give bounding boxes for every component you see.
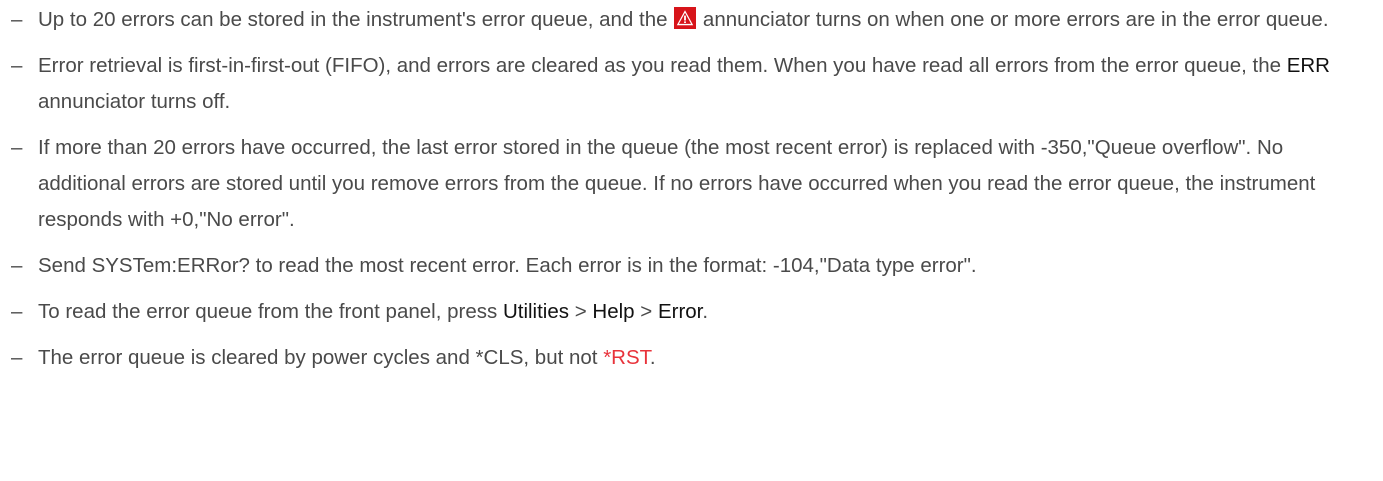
item-text: . (702, 300, 709, 323)
list-item: – If more than 20 errors have occurred, … (0, 130, 1383, 238)
bullet-dash: – (11, 254, 23, 277)
list-item: – The error queue is cleared by power cy… (0, 340, 1383, 376)
item-text: Up to 20 errors can be stored in the ins… (38, 8, 674, 31)
bullet-dash: – (11, 346, 23, 369)
item-text: To read the error queue from the front p… (38, 300, 503, 323)
key-utilities: Utilities (502, 300, 570, 323)
bullet-list: – Up to 20 errors can be stored in the i… (0, 0, 1383, 386)
list-item: – To read the error queue from the front… (0, 294, 1383, 330)
bullet-dash: – (11, 54, 23, 77)
menu-separator: > (569, 300, 593, 323)
menu-separator: > (634, 300, 658, 323)
list-item: – Error retrieval is first-in-first-out … (0, 48, 1383, 120)
item-text: annunciator turns on when one or more er… (697, 8, 1329, 31)
bullet-dash: – (11, 300, 23, 323)
rst-link[interactable]: *RST (603, 346, 650, 369)
item-text: Error retrieval is first-in-first-out (F… (38, 54, 1287, 77)
item-text: Send SYSTem:ERRor? to read the most rece… (38, 254, 977, 277)
err-annunciator-label: ERR (1286, 54, 1330, 77)
item-text: . (649, 346, 656, 369)
key-help: Help (592, 300, 635, 323)
bullet-dash: – (11, 8, 23, 31)
item-text: If more than 20 errors have occurred, th… (38, 136, 1316, 231)
list-item: – Send SYSTem:ERRor? to read the most re… (0, 248, 1383, 284)
bullet-dash: – (11, 136, 23, 159)
list-item: – Up to 20 errors can be stored in the i… (0, 2, 1383, 38)
warning-annunciator-icon (674, 7, 697, 29)
item-text: The error queue is cleared by power cycl… (38, 346, 604, 369)
item-text: annunciator turns off. (38, 90, 231, 113)
key-error: Error (657, 300, 703, 323)
